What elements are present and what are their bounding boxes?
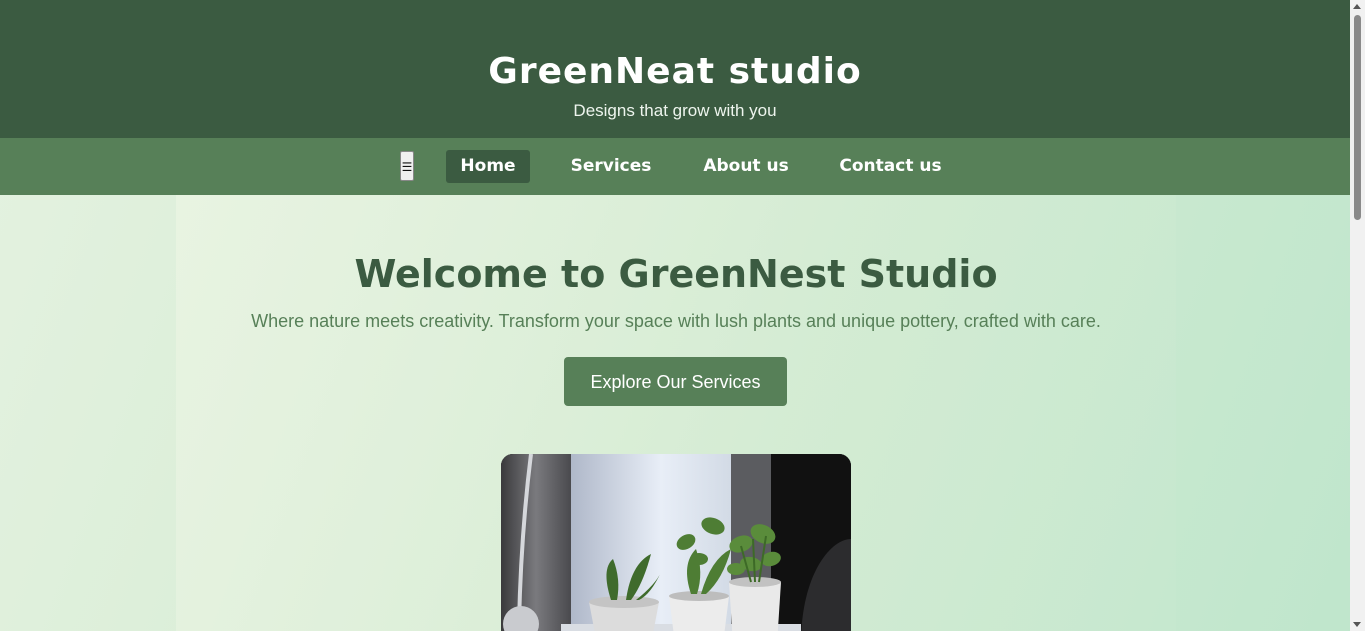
explore-services-button[interactable]: Explore Our Services [564, 357, 787, 406]
hero-title: Welcome to GreenNest Studio [354, 252, 998, 296]
scrollbar-thumb[interactable] [1354, 15, 1361, 220]
site-header: GreenNeat studio Designs that grow with … [0, 0, 1350, 138]
nav-item-home[interactable]: Home [446, 150, 530, 183]
hero-section: Welcome to GreenNest Studio Where nature… [176, 195, 1176, 631]
site-tagline: Designs that grow with you [573, 101, 777, 120]
scroll-down-arrow-icon[interactable] [1353, 622, 1361, 627]
hamburger-menu-icon[interactable]: ☰ [400, 151, 414, 181]
main-nav: ☰ Home Services About us Contact us [0, 138, 1350, 195]
hero-subtitle: Where nature meets creativity. Transform… [251, 311, 1101, 331]
nav-item-about-us[interactable]: About us [696, 150, 796, 183]
nav-item-contact-us[interactable]: Contact us [835, 150, 946, 183]
scroll-up-arrow-icon[interactable] [1353, 4, 1361, 9]
plants-photo [501, 454, 851, 631]
nav-item-services[interactable]: Services [565, 150, 657, 183]
page-scrollbar[interactable] [1350, 0, 1365, 631]
site-title: GreenNeat studio [488, 51, 862, 92]
